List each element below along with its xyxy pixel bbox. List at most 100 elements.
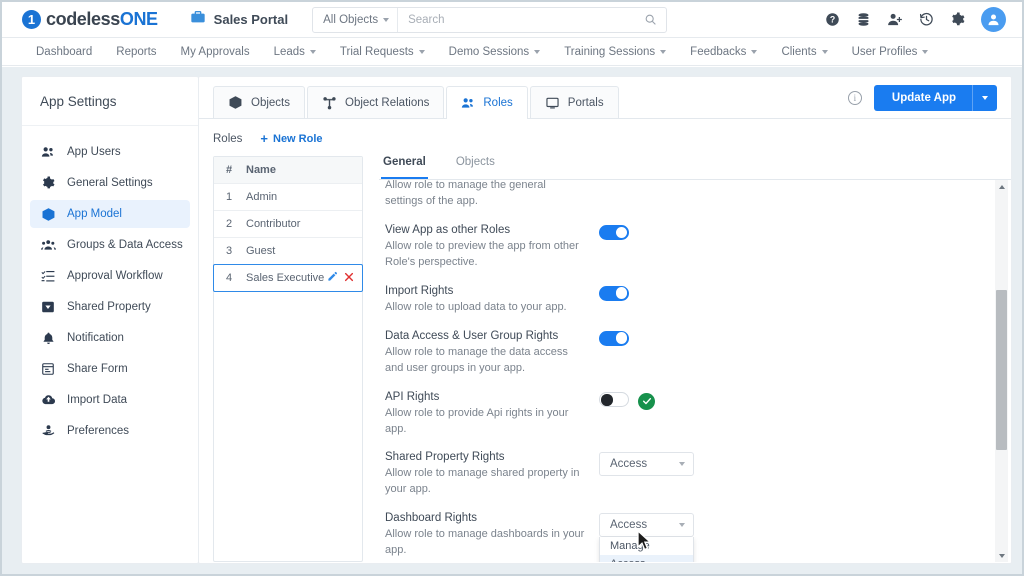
right-option-texts: Data Access & User Group Rights Allow rol… — [381, 330, 586, 377]
scrollbar-thumb[interactable] — [996, 290, 1007, 450]
table-row[interactable]: 4 Sales Executive — [213, 264, 363, 292]
row-role-name: Sales Executive — [246, 272, 325, 284]
sidebar-item-approval-workflow[interactable]: Approval Workflow — [30, 262, 190, 290]
menu-item-demo-sessions[interactable]: Demo Sessions — [437, 38, 553, 65]
sidebar-item-app-users[interactable]: App Users — [30, 138, 190, 166]
tab-label: Roles — [483, 96, 513, 109]
update-app-dropdown-arrow[interactable] — [973, 96, 997, 100]
table-row[interactable]: 2 Contributor — [214, 211, 362, 238]
right-option-texts: Allow role to manage the general setting… — [381, 180, 586, 210]
scroll-down-arrow[interactable] — [995, 549, 1008, 562]
bell-icon — [40, 331, 56, 345]
menu-item-leads[interactable]: Leads — [262, 38, 328, 65]
edit-icon[interactable] — [327, 271, 338, 285]
toggle-knob — [615, 287, 628, 299]
add-user-icon[interactable] — [887, 12, 903, 27]
brand-logo[interactable]: 1 codelessONE — [22, 9, 158, 30]
roles-table-body: 1 Admin 2 Contributor 3 Guest 4 Sales Executive — [213, 184, 363, 292]
scroll-up-arrow[interactable] — [995, 180, 1008, 193]
avatar[interactable] — [981, 7, 1006, 32]
toggle-knob — [601, 394, 613, 406]
sidebar-item-share-form[interactable]: Share Form — [30, 355, 190, 383]
row-actions — [327, 271, 362, 285]
sidebar-item-app-model[interactable]: App Model — [30, 200, 190, 228]
rights-list: Allow role to manage the general setting… — [379, 180, 985, 562]
menu-item-label: Reports — [116, 45, 157, 58]
vertical-scrollbar[interactable] — [995, 180, 1008, 562]
search-scope-dropdown[interactable]: All Objects — [313, 7, 399, 32]
triangle-down-icon — [998, 553, 1005, 558]
sidebar-item-shared-property[interactable]: Shared Property — [30, 293, 190, 321]
history-icon[interactable] — [919, 12, 934, 27]
toggle-switch[interactable] — [599, 224, 629, 240]
menu-item-dashboard[interactable]: Dashboard — [24, 38, 104, 65]
menu-item-reports[interactable]: Reports — [104, 38, 168, 65]
chevron-down-icon — [309, 49, 316, 54]
new-role-button[interactable]: + New Role — [260, 132, 322, 145]
sidebar-item-import-data[interactable]: Import Data — [30, 386, 190, 414]
table-row[interactable]: 1 Admin — [214, 184, 362, 211]
tab-roles[interactable]: Roles — [446, 86, 528, 119]
triangle-up-icon — [998, 184, 1005, 189]
chevron-down-icon — [660, 49, 667, 54]
menu-item-trial-requests[interactable]: Trial Requests — [328, 38, 437, 65]
menu-item-feedbacks[interactable]: Feedbacks — [678, 38, 769, 65]
tab-portals[interactable]: Portals — [529, 86, 619, 118]
table-row[interactable]: 3 Guest — [214, 238, 362, 265]
detail-tab-objects[interactable]: Objects — [454, 156, 497, 179]
dropdown-menu: ManageAccessNo access — [599, 537, 694, 562]
check-circle-icon[interactable] — [638, 392, 655, 410]
checklist-icon — [40, 269, 56, 283]
info-icon[interactable]: i — [847, 91, 862, 105]
search-icon[interactable] — [635, 13, 666, 26]
rights-scroll-area: Allow role to manage the general setting… — [379, 180, 1011, 562]
sidebar-item-groups-data-access[interactable]: Groups & Data Access — [30, 231, 190, 259]
cloud-upload-icon — [40, 393, 56, 407]
sidebar-item-general-settings[interactable]: General Settings — [30, 169, 190, 197]
relations-icon — [322, 96, 337, 110]
brand-wordmark: codelessONE — [46, 9, 158, 30]
sidebar-item-label: Share Form — [67, 363, 128, 375]
toggle-switch[interactable] — [599, 391, 629, 407]
plus-icon: + — [260, 131, 268, 146]
sidebar-item-notification[interactable]: Notification — [30, 324, 190, 352]
menu-item-training-sessions[interactable]: Training Sessions — [552, 38, 678, 65]
update-app-button[interactable]: Update App — [873, 85, 997, 111]
sidebar-item-preferences[interactable]: Preferences — [30, 417, 190, 445]
dropdown-option[interactable]: Manage — [600, 537, 693, 555]
right-option-title: Import Rights — [385, 284, 454, 297]
database-icon[interactable] — [856, 12, 871, 27]
detail-tab-general[interactable]: General — [381, 156, 428, 179]
menu-item-label: Dashboard — [36, 45, 93, 58]
toggle-switch[interactable] — [599, 285, 629, 301]
menu-item-my-approvals[interactable]: My Approvals — [169, 38, 262, 65]
search-scope-label: All Objects — [323, 13, 379, 26]
help-icon[interactable]: ? — [825, 12, 840, 27]
right-option-description: Allow role to provide Api rights in your… — [385, 406, 569, 435]
tab-objects[interactable]: Objects — [213, 86, 305, 118]
delete-icon[interactable] — [344, 272, 354, 285]
tab-label: Objects — [251, 96, 290, 109]
brand-first: codeless — [46, 9, 120, 29]
right-option-description: Allow role to manage dashboards in your … — [385, 528, 585, 557]
menu-item-user-profiles[interactable]: User Profiles — [840, 38, 941, 65]
top-icon-group: ? — [825, 7, 1010, 32]
tab-label: Object Relations — [345, 96, 430, 109]
dropdown-option[interactable]: Access — [600, 555, 693, 562]
portal-selector[interactable]: Sales Portal — [190, 9, 288, 30]
roles-table: # Name 1 Admin 2 Contributor 3 Guest 4 Sales Ex… — [213, 156, 363, 562]
column-header-name: Name — [246, 164, 276, 176]
menu-item-clients[interactable]: Clients — [769, 38, 839, 65]
sidebar-item-label: Preferences — [67, 425, 130, 437]
right-option-description: Allow role to manage shared property in … — [385, 467, 580, 496]
tab-object-relations[interactable]: Object Relations — [307, 86, 445, 118]
rights-select[interactable]: Access — [599, 513, 694, 538]
roles-table-header: # Name — [214, 157, 362, 184]
rights-select[interactable]: Access — [599, 452, 694, 477]
toggle-knob — [615, 226, 628, 239]
search-input[interactable] — [398, 7, 636, 32]
row-number: 4 — [226, 272, 233, 284]
toggle-switch[interactable] — [599, 330, 629, 346]
right-option-title: Dashboard Rights — [385, 512, 478, 525]
gear-icon[interactable] — [950, 12, 965, 27]
